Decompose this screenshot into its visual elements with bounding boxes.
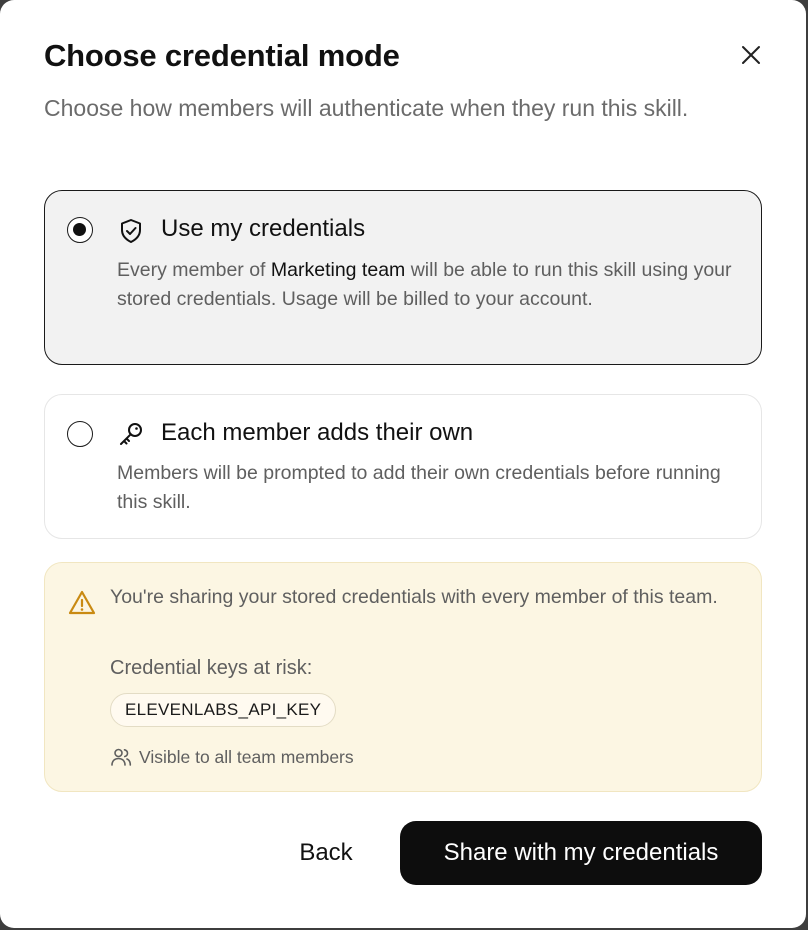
radio-use-my-credentials[interactable] [67, 217, 93, 243]
visibility-text: Visible to all team members [139, 746, 354, 767]
shield-check-icon [121, 219, 141, 243]
option-description: Members will be prompted to add their ow… [117, 462, 721, 513]
radio-each-member-adds-own[interactable] [67, 421, 93, 447]
warning-triangle-icon [68, 590, 96, 615]
close-icon [742, 46, 760, 64]
option-title: Each member adds their own [161, 419, 474, 446]
users-icon [111, 748, 132, 766]
option-title: Use my credentials [161, 215, 366, 242]
option-description: Every member of Marketing team will be a… [117, 256, 741, 314]
warning-panel: You're sharing your stored credentials w… [44, 562, 762, 792]
key-icon [120, 423, 142, 445]
team-name: Marketing team [270, 259, 406, 281]
credential-mode-dialog: Choose credential mode Choose how member… [0, 0, 806, 928]
visibility-note: Visible to all team members [110, 745, 354, 769]
keys-at-risk-label: Credential keys at risk: [110, 657, 313, 679]
back-button[interactable]: Back [280, 822, 372, 884]
description-text: Every member of [117, 259, 271, 281]
dialog-subtitle: Choose how members will authenticate whe… [44, 95, 689, 121]
credential-key-chip: ELEVENLABS_API_KEY [110, 693, 337, 727]
warning-message: You're sharing your stored credentials w… [110, 586, 718, 608]
share-with-my-credentials-button[interactable]: Share with my credentials [400, 821, 762, 885]
close-button[interactable] [736, 40, 766, 70]
option-use-my-credentials[interactable]: Use my credentials Every member of Marke… [44, 190, 762, 365]
dialog-title: Choose credential mode [44, 38, 400, 73]
option-each-member-adds-own[interactable]: Each member adds their own Members will … [44, 394, 762, 539]
